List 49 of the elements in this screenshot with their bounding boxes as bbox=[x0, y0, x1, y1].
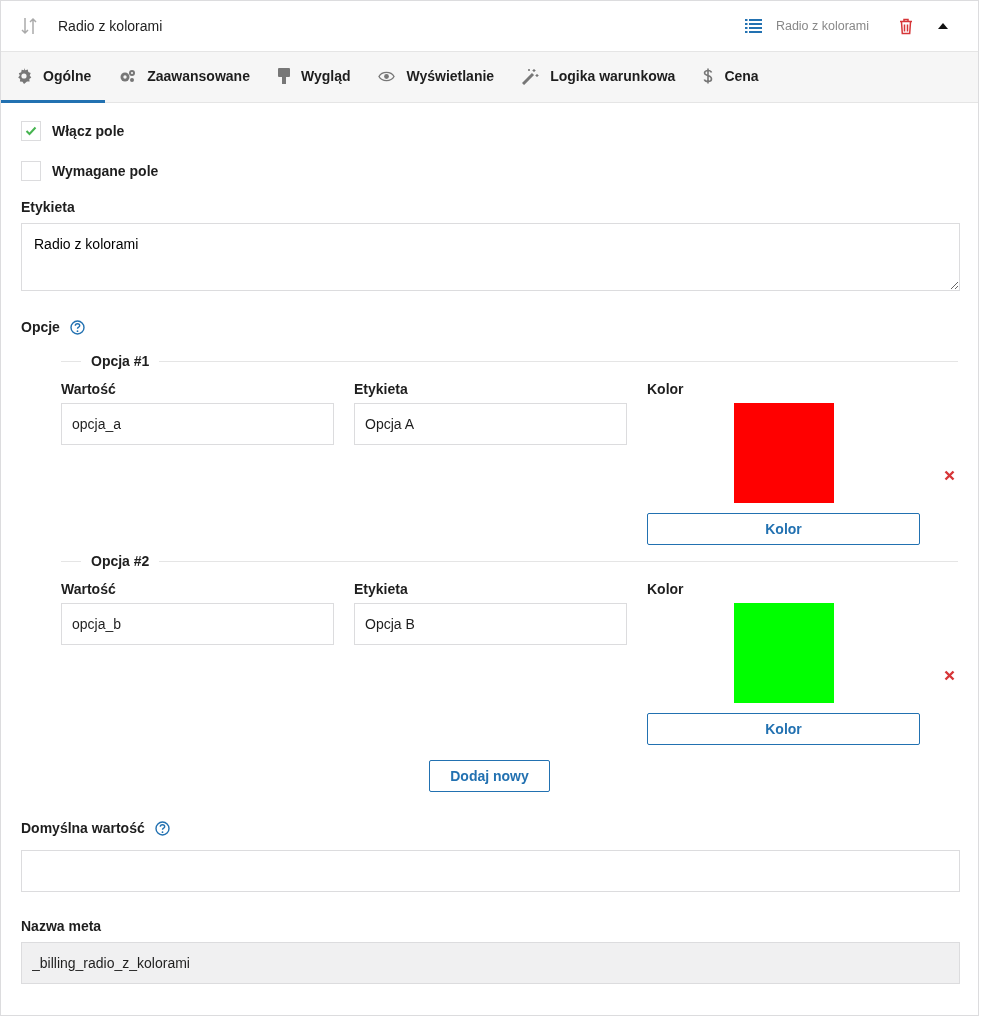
checkmark-icon bbox=[25, 126, 37, 136]
field-label: Wartość bbox=[61, 381, 117, 397]
help-icon[interactable] bbox=[69, 319, 85, 335]
trash-icon[interactable] bbox=[899, 17, 913, 35]
tab[interactable]: Zaawansowane bbox=[105, 52, 264, 103]
option-legend: Opcja #2 bbox=[91, 553, 150, 569]
field-label: Nazwa meta bbox=[21, 918, 103, 934]
field-label: Kolor bbox=[647, 381, 685, 397]
remove-icon[interactable] bbox=[944, 470, 955, 481]
magic-wand-icon bbox=[522, 67, 540, 85]
field-type-label: Radio z kolorami bbox=[775, 19, 869, 33]
field-label: Etykieta bbox=[21, 199, 76, 215]
remove-icon[interactable] bbox=[944, 670, 955, 681]
checkbox[interactable] bbox=[21, 161, 41, 181]
label-input[interactable]: Opcja A bbox=[354, 403, 627, 445]
default-value-input[interactable] bbox=[21, 850, 960, 892]
add-new-button[interactable]: Dodaj nowy bbox=[429, 760, 550, 792]
color-swatch[interactable] bbox=[733, 403, 834, 503]
gears-icon bbox=[119, 69, 137, 83]
tab[interactable]: Ogólne bbox=[1, 52, 106, 103]
eye-icon bbox=[378, 70, 396, 82]
field-label: Kolor bbox=[647, 581, 685, 597]
field-label: Domyślna wartość bbox=[21, 820, 145, 836]
checkbox-label: Włącz pole bbox=[52, 123, 125, 139]
color-swatch[interactable] bbox=[733, 603, 834, 703]
dollar-icon bbox=[703, 68, 714, 84]
help-icon[interactable] bbox=[154, 820, 170, 836]
label-input[interactable]: Opcja B bbox=[354, 603, 627, 645]
list-icon bbox=[744, 18, 762, 34]
color-button[interactable]: Kolor bbox=[647, 713, 920, 745]
field-title: Radio z kolorami bbox=[58, 18, 163, 34]
tab[interactable]: Cena bbox=[689, 52, 773, 103]
tab[interactable]: Wygląd bbox=[263, 52, 365, 103]
tab[interactable]: Logika warunkowa bbox=[508, 52, 690, 103]
brush-icon bbox=[277, 68, 290, 84]
checkbox-label: Wymagane pole bbox=[52, 163, 159, 179]
tab[interactable]: Wyświetlanie bbox=[364, 52, 509, 103]
checkbox[interactable] bbox=[21, 121, 41, 141]
value-input[interactable]: opcja_a bbox=[61, 403, 334, 445]
field-label: Etykieta bbox=[354, 381, 409, 397]
collapse-caret-icon[interactable] bbox=[938, 23, 948, 29]
option-legend: Opcja #1 bbox=[91, 353, 150, 369]
field-label: Opcje bbox=[21, 319, 60, 335]
color-button[interactable]: Kolor bbox=[647, 513, 920, 545]
field-label: Etykieta bbox=[354, 581, 409, 597]
value-input[interactable]: opcja_b bbox=[61, 603, 334, 645]
gear-icon bbox=[16, 68, 32, 84]
field-label: Wartość bbox=[61, 581, 117, 597]
label-textarea[interactable]: Radio z kolorami bbox=[21, 223, 960, 291]
